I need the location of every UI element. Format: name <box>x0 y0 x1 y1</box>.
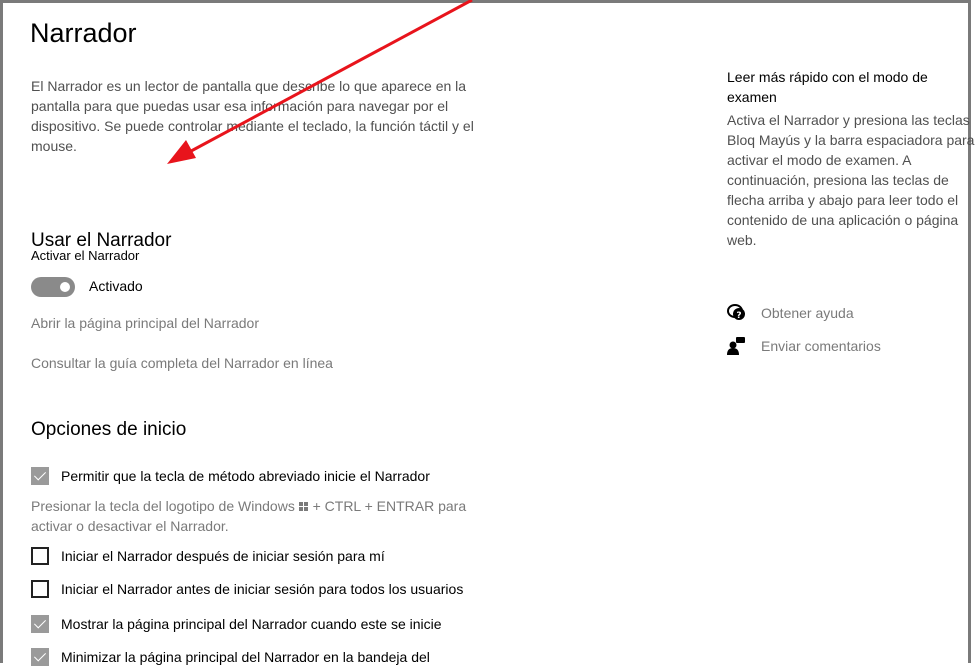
toggle-state-text: Activado <box>89 278 143 294</box>
toggle-knob <box>60 282 70 292</box>
send-feedback-link[interactable]: Enviar comentarios <box>727 337 881 355</box>
page-title: Narrador <box>30 18 137 48</box>
checkbox[interactable] <box>31 547 49 565</box>
option-start-before-signin[interactable]: Iniciar el Narrador antes de iniciar ses… <box>31 578 463 600</box>
checkbox[interactable] <box>31 580 49 598</box>
help-chat-icon: ? <box>727 304 745 321</box>
start-options-heading: Opciones de inicio <box>31 419 187 440</box>
option-minimize-home[interactable]: Minimizar la página principal del Narrad… <box>31 646 430 668</box>
option-show-home[interactable]: Mostrar la página principal del Narrador… <box>31 613 442 635</box>
get-help-label: Obtener ayuda <box>761 305 854 321</box>
narrator-home-link[interactable]: Abrir la página principal del Narrador <box>31 315 259 331</box>
hint-text-part1: Presionar la tecla del logotipo de Windo… <box>31 498 295 514</box>
option-label: Permitir que la tecla de método abreviad… <box>61 468 430 484</box>
sidebar-description: Activa el Narrador y presiona las teclas… <box>727 112 975 248</box>
shortcut-hint: Presionar la tecla del logotipo de Windo… <box>31 496 491 536</box>
option-shortcut-key[interactable]: Permitir que la tecla de método abreviad… <box>31 465 430 487</box>
toggle-label: Activar el Narrador <box>31 248 140 263</box>
send-feedback-label: Enviar comentarios <box>761 338 881 354</box>
feedback-person-icon <box>727 337 745 355</box>
checkbox[interactable] <box>31 648 49 666</box>
option-start-after-signin[interactable]: Iniciar el Narrador después de iniciar s… <box>31 545 385 567</box>
checkbox[interactable] <box>31 615 49 633</box>
get-help-link[interactable]: ? Obtener ayuda <box>727 304 854 322</box>
windows-logo-icon <box>298 502 309 512</box>
checkbox[interactable] <box>31 467 49 485</box>
narrator-guide-link[interactable]: Consultar la guía completa del Narrador … <box>31 355 333 371</box>
option-label: Iniciar el Narrador después de iniciar s… <box>61 548 385 564</box>
narrator-toggle[interactable] <box>31 277 75 297</box>
option-label: Iniciar el Narrador antes de iniciar ses… <box>61 581 464 597</box>
option-label: Mostrar la página principal del Narrador… <box>61 616 442 632</box>
page-description: El Narrador es un lector de pantalla que… <box>31 78 474 154</box>
svg-text:?: ? <box>736 311 741 321</box>
sidebar-title: Leer más rápido con el modo de examen <box>727 69 928 105</box>
